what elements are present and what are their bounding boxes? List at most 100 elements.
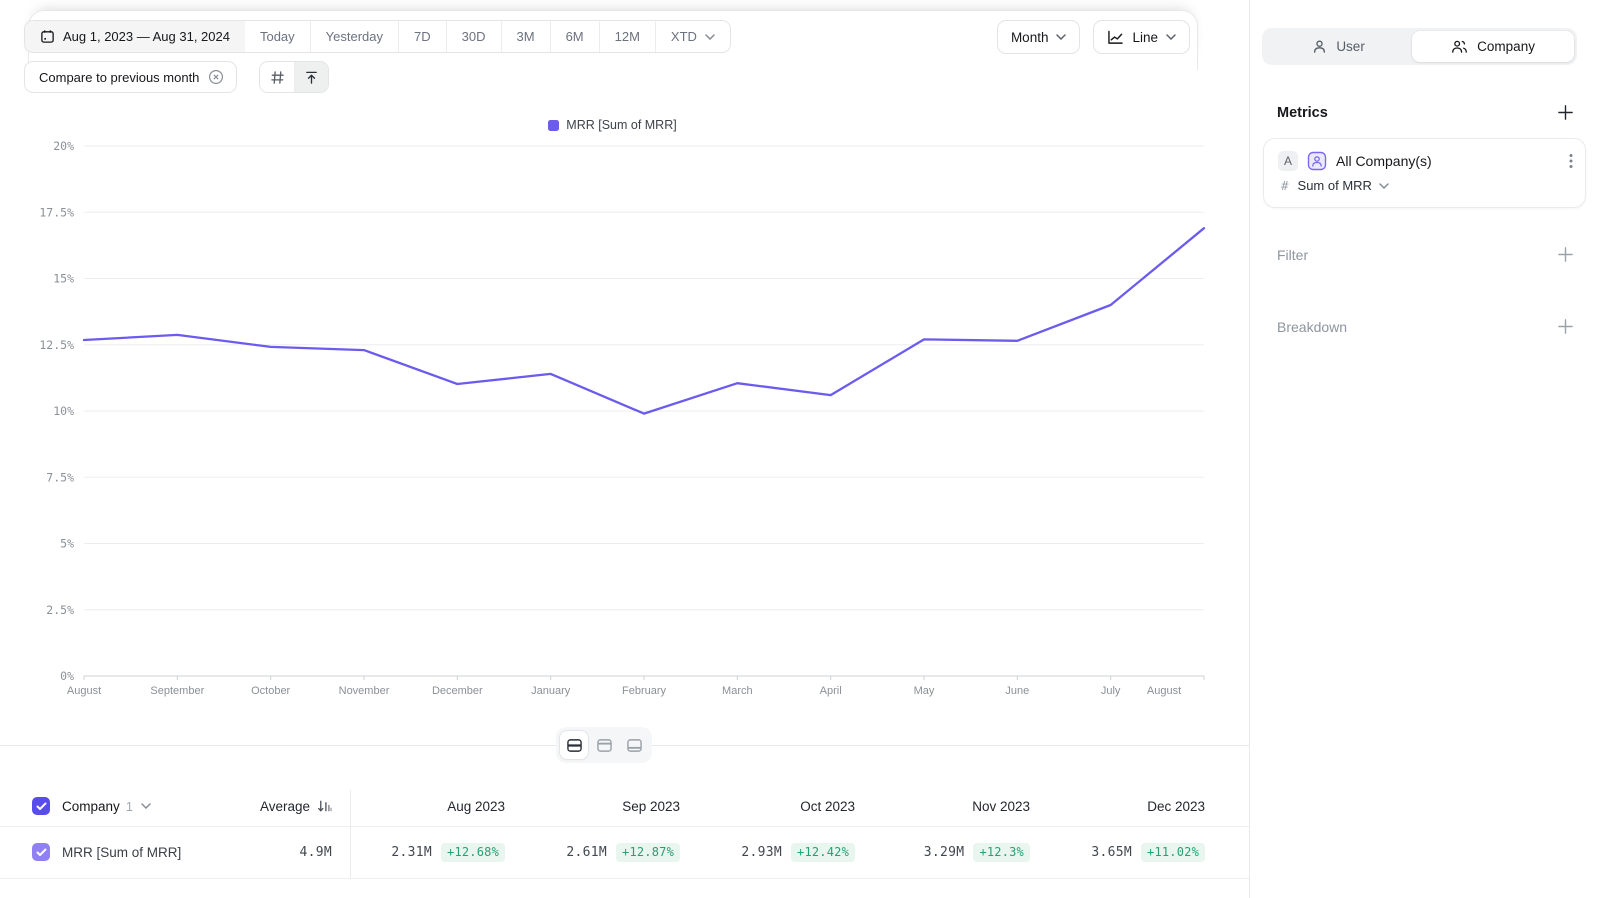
cell-aug-2023: 2.31M+12.68% (315, 826, 505, 878)
column-header-aug-2023[interactable]: Aug 2023 (335, 786, 505, 826)
date-range-label: Aug 1, 2023 — Aug 31, 2024 (63, 29, 230, 44)
column-header-dec-2023[interactable]: Dec 2023 (1035, 786, 1205, 826)
x-tick-label: April (820, 685, 842, 697)
add-breakdown-button[interactable] (1557, 318, 1574, 335)
chart-legend: MRR [Sum of MRR] (0, 118, 1225, 132)
metrics-header: Metrics (1277, 104, 1574, 121)
y-tick-label: 2.5% (46, 603, 74, 617)
calendar-icon (40, 29, 55, 44)
group-by-label[interactable]: Company (62, 799, 120, 814)
y-tick-label: 15% (53, 272, 74, 286)
chevron-down-icon (1166, 34, 1176, 40)
column-header-nov-2023[interactable]: Nov 2023 (860, 786, 1030, 826)
chevron-down-icon[interactable] (141, 803, 151, 809)
x-tick-label: July (1101, 685, 1121, 697)
x-tick-label: December (432, 685, 483, 697)
add-metric-button[interactable] (1557, 104, 1574, 121)
line-chart-icon (1107, 30, 1124, 45)
xtd-label: XTD (671, 29, 697, 44)
quick-ranges: TodayYesterday7D30D3M6M12M (245, 21, 655, 52)
x-tick-label: March (722, 685, 753, 697)
select-all-checkbox[interactable] (32, 797, 50, 815)
y-tick-label: 12.5% (39, 338, 74, 352)
x-tick-label: September (150, 685, 204, 697)
layout-chart-only-button[interactable] (590, 731, 618, 759)
arrow-up-to-line-icon (304, 70, 319, 85)
table-row[interactable]: MRR [Sum of MRR] 4.9M 2.31M+12.68%2.61M+… (0, 826, 1249, 878)
cell-value: 3.29M (924, 845, 965, 860)
metrics-title: Metrics (1277, 105, 1328, 121)
chart-type-label: Line (1132, 30, 1158, 45)
date-range-control: Aug 1, 2023 — Aug 31, 2024 TodayYesterda… (24, 20, 731, 53)
user-icon (1312, 39, 1327, 54)
y-tick-label: 5% (60, 537, 74, 551)
chart-type-dropdown[interactable]: Line (1093, 20, 1190, 54)
x-tick-label: August (1147, 685, 1181, 697)
company-icon (1451, 39, 1468, 54)
range-button-6m[interactable]: 6M (550, 21, 599, 52)
layout-toggle (556, 727, 652, 763)
y-tick-label: 20% (53, 139, 74, 153)
breakdown-section: Breakdown (1277, 318, 1574, 335)
aggregation-dropdown[interactable]: Sum of MRR (1298, 178, 1389, 193)
metric-card[interactable]: A All Company(s) # Sum of MRR (1263, 138, 1586, 208)
compare-toolbar: Compare to previous month (24, 61, 329, 93)
table-header-row: Company 1 Average Aug 2023Sep 2023Oct 20… (0, 786, 1249, 826)
kebab-menu-icon[interactable] (1569, 153, 1573, 169)
chart-controls: Month Line (997, 20, 1190, 54)
x-tick-label: August (67, 685, 101, 697)
metric-letter-badge: A (1278, 151, 1298, 171)
range-button-12m[interactable]: 12M (599, 21, 655, 52)
cell-value: 2.31M (391, 845, 432, 860)
range-button-today[interactable]: Today (245, 21, 310, 52)
table-row-divider (0, 878, 1249, 879)
range-button-7d[interactable]: 7D (398, 21, 446, 52)
breakdown-label: Breakdown (1277, 319, 1347, 335)
app-canvas: Aug 1, 2023 — Aug 31, 2024 TodayYesterda… (0, 0, 1600, 898)
sort-icon[interactable] (317, 799, 332, 813)
filter-label: Filter (1277, 247, 1308, 263)
cell-value: 2.93M (741, 845, 782, 860)
main-panel: Aug 1, 2023 — Aug 31, 2024 TodayYesterda… (0, 0, 1249, 898)
layout-table-only-button[interactable] (620, 731, 648, 759)
add-filter-button[interactable] (1557, 246, 1574, 263)
x-tick-label: November (339, 685, 390, 697)
range-button-yesterday[interactable]: Yesterday (310, 21, 398, 52)
group-count: 1 (126, 799, 133, 814)
average-header[interactable]: Average (260, 799, 310, 814)
x-tick-label: October (251, 685, 290, 697)
x-tick-label: January (531, 685, 571, 697)
mrr-line-chart[interactable]: 0%2.5%5%7.5%10%12.5%15%17.5%20%AugustSep… (0, 134, 1249, 734)
y-tick-label: 7.5% (46, 470, 74, 484)
growth-mode-button[interactable] (294, 62, 328, 92)
hash-grid-icon (270, 70, 285, 85)
cell-value: 2.61M (566, 845, 607, 860)
y-tick-label: 10% (53, 404, 74, 418)
toggle-company[interactable]: Company (1412, 31, 1574, 62)
value-mode-toggle (259, 61, 329, 93)
cell-dec-2023: 3.65M+11.02% (1015, 826, 1205, 878)
layout-split-button[interactable] (560, 731, 588, 759)
xtd-button[interactable]: XTD (655, 21, 730, 52)
legend-label: MRR [Sum of MRR] (566, 118, 676, 132)
column-header-oct-2023[interactable]: Oct 2023 (685, 786, 855, 826)
compare-label: Compare to previous month (39, 70, 199, 85)
granularity-label: Month (1011, 30, 1049, 45)
toggle-user[interactable]: User (1265, 31, 1412, 62)
date-range-button[interactable]: Aug 1, 2023 — Aug 31, 2024 (25, 21, 245, 52)
granularity-dropdown[interactable]: Month (997, 20, 1081, 54)
column-header-sep-2023[interactable]: Sep 2023 (510, 786, 680, 826)
compare-chip[interactable]: Compare to previous month (24, 61, 237, 93)
delta-badge: +11.02% (1141, 843, 1205, 862)
x-tick-label: February (622, 685, 667, 697)
x-tick-label: May (914, 685, 935, 697)
numeric-type-icon: # (1281, 178, 1289, 193)
absolute-values-button[interactable] (260, 62, 294, 92)
range-button-3m[interactable]: 3M (501, 21, 550, 52)
circle-x-icon[interactable] (208, 69, 224, 85)
chevron-down-icon (705, 34, 715, 40)
row-checkbox[interactable] (32, 843, 50, 861)
y-tick-label: 0% (60, 669, 74, 683)
range-button-30d[interactable]: 30D (446, 21, 501, 52)
date-toolbar: Aug 1, 2023 — Aug 31, 2024 TodayYesterda… (24, 20, 731, 53)
